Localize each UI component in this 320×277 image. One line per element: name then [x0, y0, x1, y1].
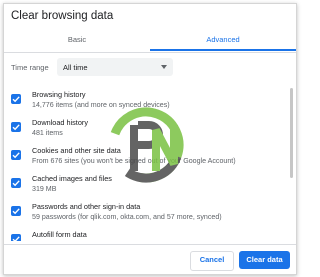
checkbox-checked-icon[interactable]: [11, 122, 21, 132]
clear-data-button[interactable]: Clear data: [239, 251, 290, 269]
dialog-footer: Cancel Clear data: [4, 244, 296, 274]
item-title: Passwords and other sign-in data: [32, 202, 141, 211]
time-range-select[interactable]: All time: [57, 58, 173, 76]
item-subtitle: 59 passwords (for qlik.com, okta.com, an…: [32, 213, 222, 221]
item-subtitle: 481 items: [32, 129, 63, 137]
clear-browsing-data-dialog: Clear browsing data Basic Advanced Time …: [3, 3, 297, 275]
item-title: Download history: [32, 118, 88, 127]
item-subtitle: 319 MB: [32, 185, 57, 193]
scrollbar-thumb[interactable]: [290, 88, 293, 178]
checkbox-checked-icon[interactable]: [11, 178, 21, 188]
checkbox-checked-icon[interactable]: [11, 234, 21, 241]
checkbox-checked-icon[interactable]: [11, 150, 21, 160]
time-range-label: Time range: [11, 63, 49, 72]
list-item-passwords[interactable]: Passwords and other sign-in data 59 pass…: [4, 198, 296, 226]
tab-advanced[interactable]: Advanced: [150, 30, 296, 50]
pn-logo-watermark-icon: [108, 107, 184, 183]
checkbox-checked-icon[interactable]: [11, 206, 21, 216]
dropdown-arrow-icon: [161, 65, 167, 69]
time-range-value: All time: [63, 63, 88, 72]
list-item-autofill[interactable]: Autofill form data: [4, 226, 296, 241]
tab-bar: Basic Advanced: [4, 30, 296, 53]
item-title: Autofill form data: [32, 230, 87, 239]
tab-basic[interactable]: Basic: [4, 30, 150, 50]
checkbox-checked-icon[interactable]: [11, 94, 21, 104]
cancel-button[interactable]: Cancel: [190, 251, 234, 271]
list-scrollbar[interactable]: [290, 86, 294, 241]
active-tab-indicator: [150, 49, 296, 51]
dialog-title: Clear browsing data: [11, 10, 114, 22]
item-title: Browsing history: [32, 90, 86, 99]
